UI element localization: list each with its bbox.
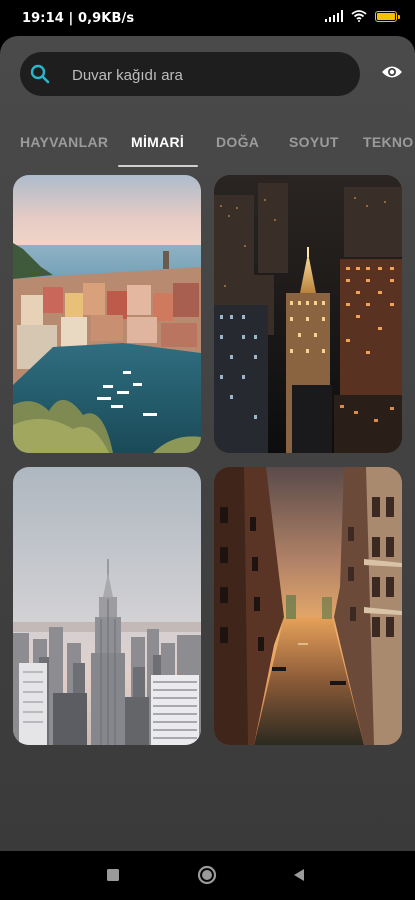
search-bar[interactable] (20, 52, 360, 98)
wifi-icon (351, 10, 367, 22)
tab-soyut[interactable]: SOYUT (289, 134, 339, 150)
status-time: 19:14 | 0,9KB/s (22, 11, 135, 26)
wallpaper-browser-sheet: HAYVANLAR MİMARİ DOĞA SOYUT TEKNO (0, 36, 415, 851)
wallpaper-tile-night-city[interactable] (214, 175, 402, 453)
active-tab-indicator (118, 165, 198, 167)
recents-square-icon[interactable] (106, 868, 120, 882)
tab-doga[interactable]: DOĞA (216, 134, 259, 150)
tab-hayvanlar[interactable]: HAYVANLAR (20, 134, 108, 150)
wallpaper-tile-coastal-village[interactable] (13, 175, 201, 453)
status-icons (324, 10, 400, 22)
tab-mimari[interactable]: MİMARİ (131, 134, 184, 150)
signal-icon (324, 10, 343, 22)
battery-icon (375, 10, 400, 22)
back-triangle-icon[interactable] (292, 868, 306, 882)
eye-icon[interactable] (381, 64, 403, 80)
home-circle-icon[interactable] (197, 865, 217, 885)
wallpaper-tile-venice-canal[interactable] (214, 467, 402, 745)
wallpaper-tile-skyscraper[interactable] (13, 467, 201, 745)
status-bar: 19:14 | 0,9KB/s (0, 0, 415, 36)
category-tabs: HAYVANLAR MİMARİ DOĞA SOYUT TEKNO (0, 126, 415, 168)
search-input[interactable] (70, 52, 344, 98)
tab-tekno[interactable]: TEKNO (363, 134, 414, 150)
search-icon[interactable] (30, 64, 50, 84)
navigation-bar (0, 851, 415, 900)
